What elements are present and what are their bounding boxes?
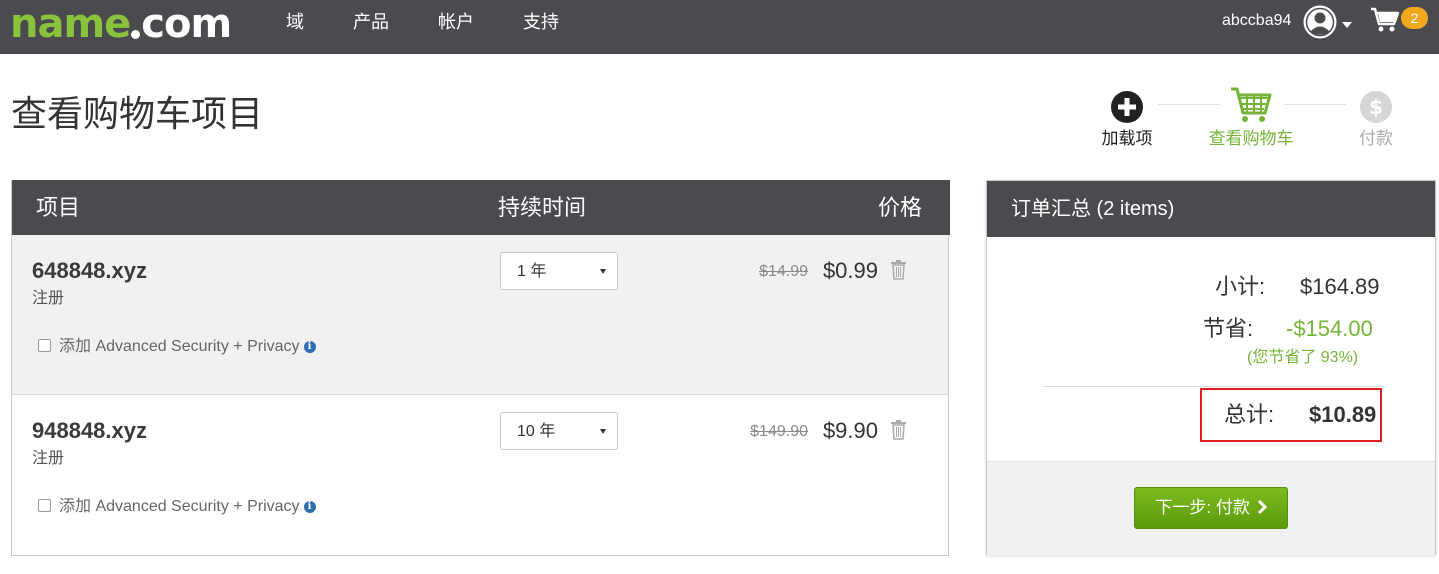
step-connector [1158, 104, 1220, 105]
info-icon[interactable]: i [303, 500, 316, 513]
order-summary-title: 订单汇总 (2 items) [987, 181, 1435, 237]
nav-item-account[interactable]: 帐户 [438, 12, 474, 32]
chevron-down-icon [600, 269, 606, 274]
chevron-down-icon [600, 429, 606, 434]
item-price: $0.99 [822, 258, 878, 283]
table-header: 项目 持续时间 价格 [12, 180, 950, 235]
column-header-item: 项目 [36, 195, 81, 220]
nav-item-products[interactable]: 产品 [353, 12, 389, 32]
duration-select[interactable]: 1 年 [500, 252, 618, 290]
brand-logo[interactable]: name com [10, 2, 232, 46]
savings-value: -$154.00 [1286, 316, 1373, 341]
cart-table: 项目 持续时间 价格 648848.xyz 注册 添加 Advanced Sec… [11, 180, 950, 556]
duration-value: 10 年 [517, 423, 556, 440]
privacy-addon-checkbox[interactable] [38, 499, 51, 513]
user-menu-chevron-down-icon[interactable] [1342, 22, 1352, 28]
shopping-cart-icon [1231, 87, 1272, 122]
dollar-circle-icon: $ [1360, 91, 1392, 123]
nav-item-support[interactable]: 支持 [523, 12, 559, 32]
total-value: $10.89 [1309, 402, 1377, 427]
savings-percent-note: (您节省了 93%) [1247, 349, 1359, 366]
savings-label: 节省: [1203, 316, 1254, 341]
next-payment-label: 下一步: 付款 [1155, 498, 1250, 517]
item-type: 注册 [32, 290, 65, 307]
step-connector [1284, 104, 1346, 105]
total-highlight-box: 总计: $10.89 [1200, 388, 1382, 442]
step-label-review-cart: 查看购物车 [1208, 129, 1294, 148]
summary-footer: 下一步: 付款 [987, 461, 1435, 555]
cart-count-badge[interactable]: 2 [1401, 7, 1428, 29]
next-payment-button[interactable]: 下一步: 付款 [1134, 487, 1288, 529]
page-title: 查看购物车项目 [11, 93, 264, 134]
total-label: 总计: [1224, 402, 1275, 427]
username[interactable]: abccba94 [1222, 11, 1291, 31]
logo-dot [131, 30, 141, 39]
domain-name: 648848.xyz [32, 258, 147, 283]
duration-value: 1 年 [517, 263, 547, 280]
cart-row: 948848.xyz 注册 添加 Advanced Security + Pri… [12, 395, 948, 555]
privacy-addon-label: 添加 Advanced Security + Privacy [59, 498, 300, 515]
trash-icon[interactable] [890, 260, 907, 280]
nav-item-domains[interactable]: 域 [286, 12, 304, 32]
subtotal-label: 小计: [1215, 274, 1266, 299]
trash-icon[interactable] [890, 420, 907, 440]
step-label-addons: 加载项 [1101, 129, 1153, 148]
top-navbar: name com 域 产品 帐户 支持 abccba94 2 [0, 0, 1439, 54]
order-summary: 订单汇总 (2 items) 小计: $164.89 节省: -$154.00 … [986, 180, 1436, 555]
cart-row: 648848.xyz 注册 添加 Advanced Security + Pri… [12, 235, 948, 395]
domain-name: 948848.xyz [32, 418, 147, 443]
chevron-right-icon [1257, 499, 1267, 515]
duration-select[interactable]: 10 年 [500, 412, 618, 450]
user-avatar-icon[interactable] [1303, 5, 1337, 39]
column-header-price: 价格 [878, 195, 923, 220]
column-header-duration: 持续时间 [498, 195, 587, 220]
svg-text:$: $ [1369, 95, 1383, 119]
item-price: $9.90 [822, 418, 878, 443]
step-label-payment: 付款 [1359, 129, 1393, 148]
subtotal-value: $164.89 [1300, 274, 1380, 299]
info-icon[interactable]: i [303, 340, 316, 353]
privacy-addon-label: 添加 Advanced Security + Privacy [59, 338, 300, 355]
plus-circle-icon [1111, 91, 1143, 123]
privacy-addon-option[interactable]: 添加 Advanced Security + Privacy i [38, 497, 316, 517]
item-type: 注册 [32, 450, 65, 467]
privacy-addon-checkbox[interactable] [38, 339, 51, 353]
privacy-addon-option[interactable]: 添加 Advanced Security + Privacy i [38, 337, 316, 357]
shopping-cart-icon[interactable] [1370, 7, 1400, 33]
summary-divider [1043, 386, 1383, 387]
